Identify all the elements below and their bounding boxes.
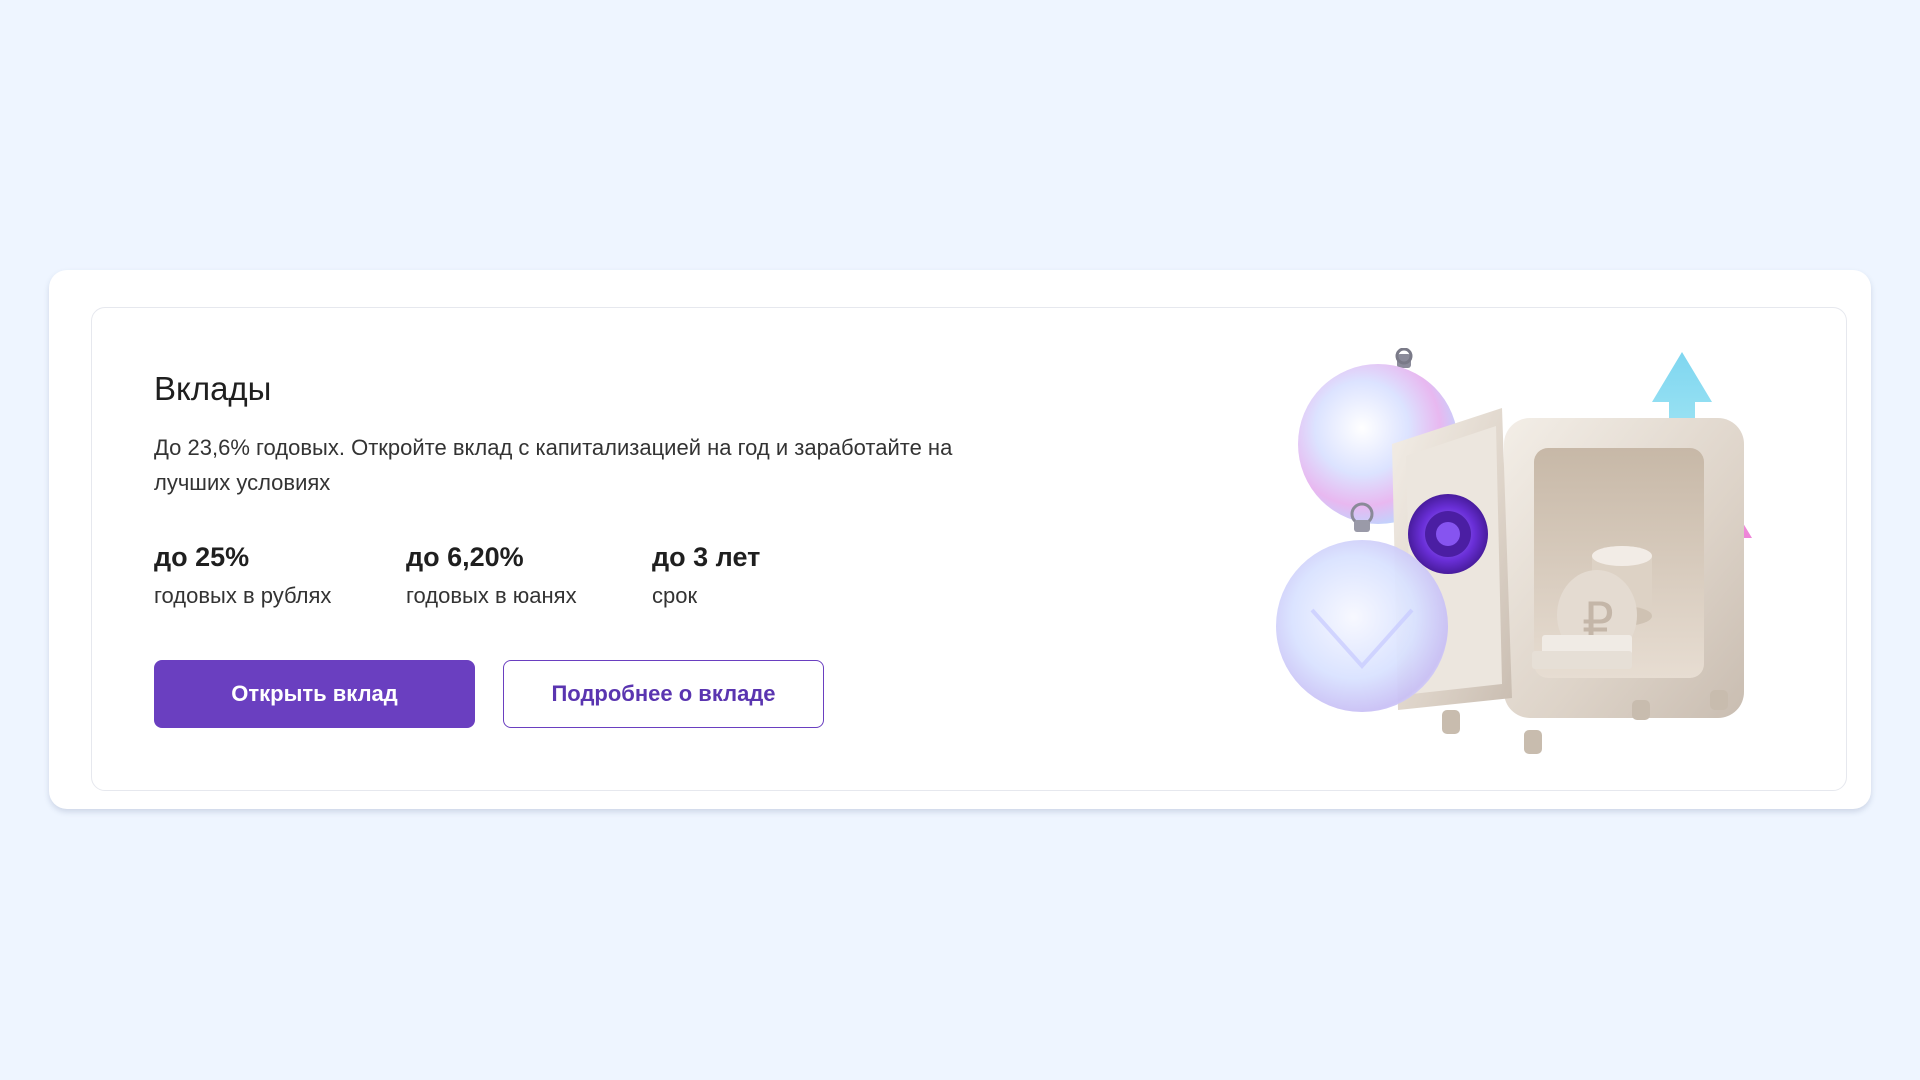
stat-label: срок	[652, 583, 698, 608]
deposits-promo-inner: Вклады До 23,6% годовых. Откройте вклад …	[91, 307, 1847, 791]
promo-description: До 23,6% годовых. Откройте вклад с капит…	[154, 435, 953, 495]
stat-rub: до 25% годовых в рублях	[154, 542, 331, 609]
deposit-details-button[interactable]: Подробнее о вкладе	[503, 660, 824, 728]
stat-label: годовых в юанях	[406, 583, 577, 608]
stat-term: до 3 лет срок	[652, 542, 760, 609]
stats-row: до 25% годовых в рублях до 6,20% годовых…	[154, 542, 1054, 622]
stat-value: до 25%	[154, 542, 250, 572]
stat-label: годовых в рублях	[154, 583, 332, 608]
stat-cny: до 6,20% годовых в юанях	[406, 542, 577, 609]
safe-with-ornaments-and-arrows-icon: ₽	[1252, 347, 1792, 788]
deposits-promo-card: Вклады До 23,6% годовых. Откройте вклад …	[49, 270, 1871, 809]
stat-value: до 3 лет	[652, 542, 761, 572]
promo-title: Вклады	[154, 370, 272, 407]
stat-value: до 6,20%	[406, 542, 524, 572]
open-deposit-button[interactable]: Открыть вклад	[154, 660, 475, 728]
